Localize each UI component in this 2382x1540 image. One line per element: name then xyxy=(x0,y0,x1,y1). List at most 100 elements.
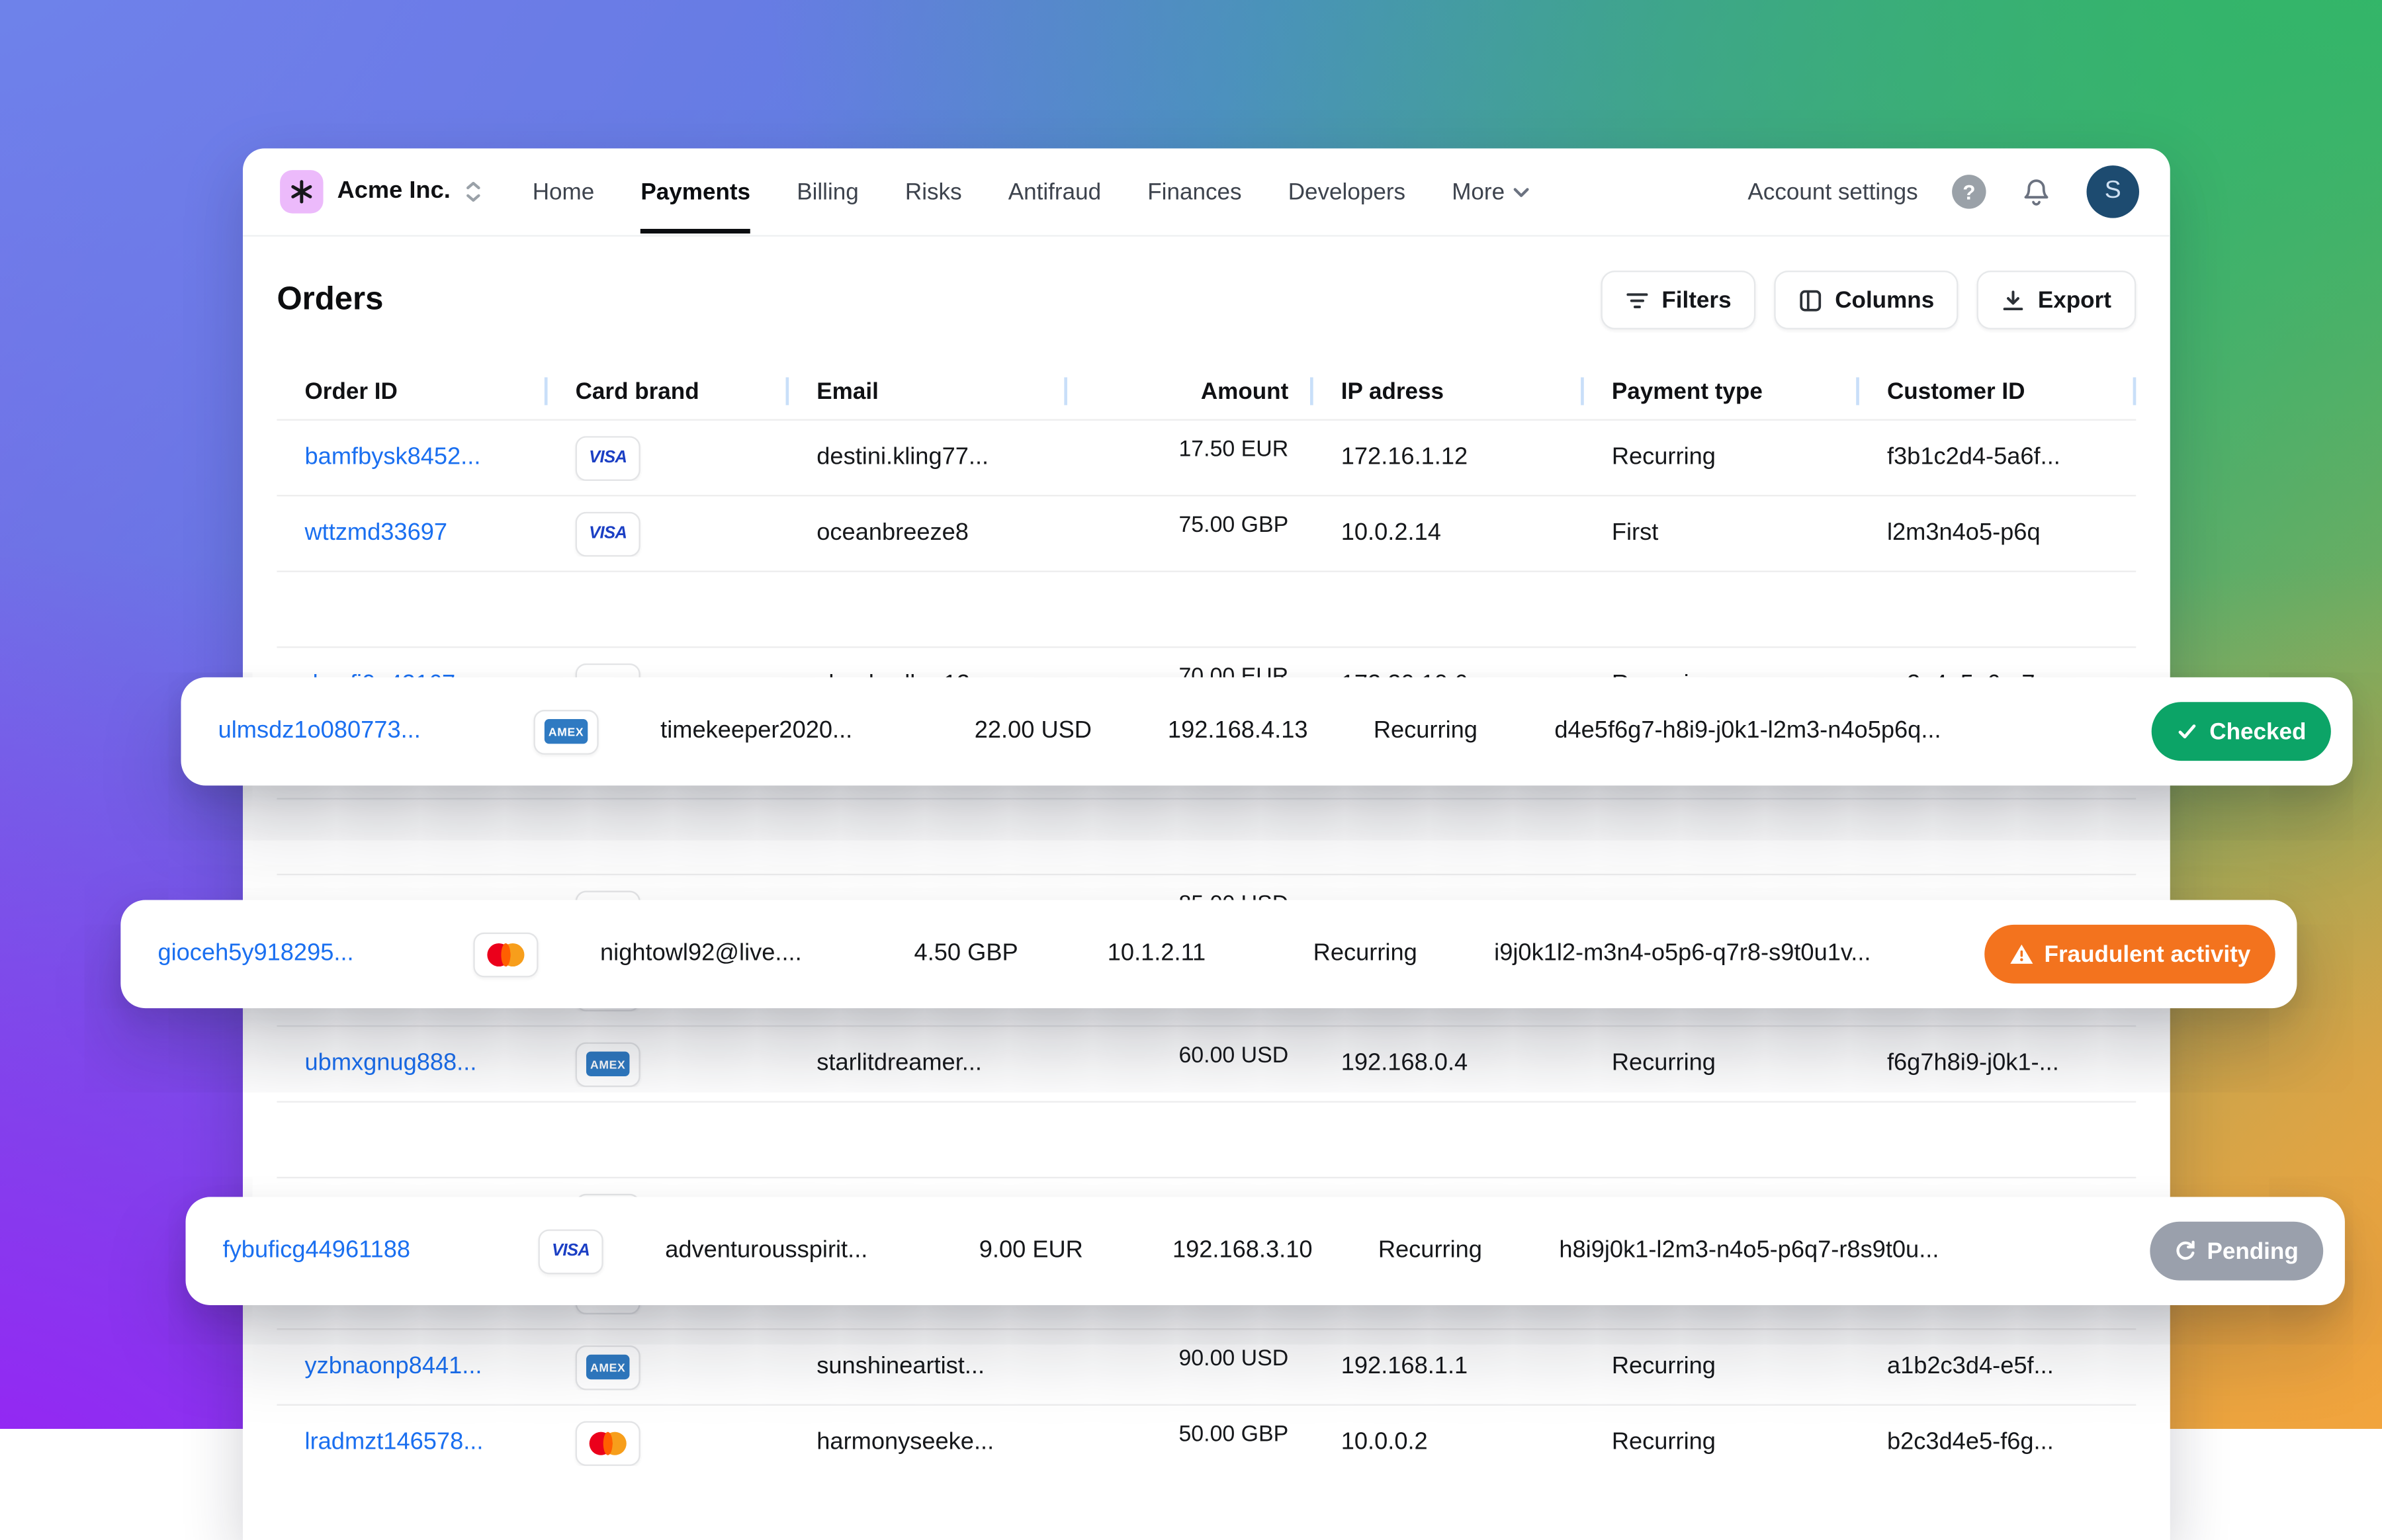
help-icon[interactable]: ? xyxy=(1952,175,1986,209)
nav-more-label: More xyxy=(1452,178,1505,205)
page-title: Orders xyxy=(277,281,384,318)
amount-cell: 90.00 USD xyxy=(1178,1347,1289,1372)
ip-cell: 192.168.4.13 xyxy=(1167,717,1308,744)
order-id-link[interactable]: wttzmd33697 xyxy=(277,519,547,547)
customer-id-cell: i9j0k1l2-m3n4-o5p6-q7r8-s9t0u1v... xyxy=(1494,940,1871,967)
filters-label: Filters xyxy=(1661,286,1732,314)
order-id-link[interactable]: gioceh5y918295... xyxy=(157,940,353,966)
mastercard-card-icon xyxy=(575,1420,640,1465)
order-id-link[interactable]: lradmzt146578... xyxy=(277,1429,547,1457)
email-cell: destini.kling77... xyxy=(816,443,989,470)
column-header-card-brand[interactable]: Card brand xyxy=(548,378,789,405)
card-brand-cell xyxy=(548,1420,789,1465)
screen: Acme Inc. Home Payments Billing Risks Antifr… xyxy=(0,0,2382,1540)
email-cell: oceanbreeze8 xyxy=(816,519,969,546)
table-row[interactable]: yzbnaonp8441... AMEX sunshineartist... 90.0… xyxy=(277,1328,2137,1404)
nav-item-more[interactable]: More xyxy=(1452,179,1529,205)
nav-item-developers[interactable]: Developers xyxy=(1288,179,1405,205)
company-name: Acme Inc. xyxy=(337,177,451,204)
order-id-link[interactable]: ubmxgnug888... xyxy=(277,1050,547,1078)
order-id-link[interactable]: ulmsdz1o080773... xyxy=(218,718,421,744)
amount-cell: 50.00 GBP xyxy=(1178,1422,1289,1448)
columns-icon xyxy=(1799,288,1822,312)
column-header-order-id[interactable]: Order ID xyxy=(277,378,547,405)
chevron-down-icon xyxy=(1513,187,1530,197)
amount-cell: 60.00 USD xyxy=(1178,1043,1289,1069)
order-id-link[interactable]: yzbnaonp8441... xyxy=(277,1353,547,1381)
customer-id-cell: f6g7h8i9-j0k1-... xyxy=(1886,1050,2059,1077)
visa-card-icon: VISA xyxy=(538,1228,603,1274)
payment-type-cell: Recurring xyxy=(1373,717,1478,744)
order-id-link[interactable]: gioceh5y918295... xyxy=(157,940,473,968)
email-cell: nightowl92@live.... xyxy=(600,940,802,967)
order-id-link[interactable]: bamfbysk8452... xyxy=(277,444,547,472)
nav-item-antifraud[interactable]: Antifraud xyxy=(1008,179,1101,205)
payment-type-cell: Recurring xyxy=(1378,1237,1482,1263)
warning-triangle-icon xyxy=(2009,943,2033,965)
customer-id-cell: h8i9j0k1-l2m3-n4o5-p6q7-r8s9t0u... xyxy=(1559,1237,1939,1263)
nav-item-risks[interactable]: Risks xyxy=(905,179,962,205)
order-id-link[interactable]: yzbnaonp8441... xyxy=(305,1353,482,1379)
app-window: Acme Inc. Home Payments Billing Risks Antifr… xyxy=(120,148,2353,1540)
export-button[interactable]: Export xyxy=(1977,271,2137,329)
payment-type-cell: Recurring xyxy=(1611,1050,1716,1077)
highlighted-order-row[interactable]: ulmsdz1o080773... AMEX timekeeper2020... 22… xyxy=(181,677,2353,786)
order-id-link[interactable]: ulmsdz1o080773... xyxy=(218,718,534,746)
avatar[interactable]: S xyxy=(2086,165,2139,218)
download-icon xyxy=(2002,288,2025,312)
highlighted-order-row[interactable]: gioceh5y918295... nightowl92@live.... 4.50… xyxy=(120,900,2297,1009)
email-cell: sunshineartist... xyxy=(816,1353,985,1380)
order-id-link[interactable]: bamfbysk8452... xyxy=(305,444,481,470)
ip-cell: 172.16.1.12 xyxy=(1341,443,1468,470)
check-icon xyxy=(2177,720,2199,742)
column-header-email[interactable]: Email xyxy=(789,378,1067,405)
column-header-customer-id[interactable]: Customer ID xyxy=(1859,378,2136,405)
filter-lines-icon xyxy=(1626,290,1650,310)
card-brand-cell: VISA xyxy=(548,511,789,556)
company-switcher[interactable]: Acme Inc. xyxy=(280,170,483,214)
filters-button[interactable]: Filters xyxy=(1601,271,1756,329)
columns-button[interactable]: Columns xyxy=(1775,271,1959,329)
card-brand-cell: AMEX xyxy=(548,1041,789,1087)
column-header-amount[interactable]: Amount xyxy=(1067,378,1313,405)
status-badge-pending: Pending xyxy=(2149,1221,2324,1281)
nav-item-payments[interactable]: Payments xyxy=(640,179,750,233)
customer-id-cell: d4e5f6g7-h8i9-j0k1-l2m3-n4o5p6q... xyxy=(1554,717,1941,744)
mastercard-card-icon xyxy=(473,931,539,977)
order-id-link[interactable]: fybuficg44961188 xyxy=(223,1237,410,1263)
card-brand-cell xyxy=(473,931,600,977)
highlighted-order-row[interactable]: fybuficg44961188 VISA adventurousspirit...… xyxy=(185,1197,2345,1305)
table-row[interactable]: wttzmd33697 VISA oceanbreeze8 75.00 GBP 10.0… xyxy=(277,495,2137,571)
customer-id-cell: f3b1c2d4-5a6f... xyxy=(1886,443,2060,470)
order-id-link[interactable]: wttzmd33697 xyxy=(305,519,448,546)
amount-cell: 9.00 EUR xyxy=(979,1237,1083,1263)
amount-cell: 22.00 USD xyxy=(974,717,1092,744)
bell-icon[interactable] xyxy=(2020,175,2052,208)
column-header-payment-type[interactable]: Payment type xyxy=(1584,378,1859,405)
ip-cell: 192.168.0.4 xyxy=(1341,1050,1468,1077)
payment-type-cell: Recurring xyxy=(1313,940,1417,967)
order-id-link[interactable]: lradmzt146578... xyxy=(305,1429,484,1455)
nav-item-billing[interactable]: Billing xyxy=(797,179,859,205)
top-nav: Acme Inc. Home Payments Billing Risks Antifr… xyxy=(243,148,2170,237)
column-header-ip-adress[interactable]: IP adress xyxy=(1313,378,1584,405)
order-id-link[interactable]: ubmxgnug888... xyxy=(305,1050,477,1076)
table-row[interactable]: bamfbysk8452... VISA destini.kling77... 17.… xyxy=(277,419,2137,495)
table-row[interactable]: lradmzt146578... harmonyseeke... 50.00 GBP… xyxy=(277,1404,2137,1480)
nav-item-home[interactable]: Home xyxy=(533,179,595,205)
customer-id-cell: l2m3n4o5-p6q xyxy=(1886,519,2041,546)
ip-cell: 192.168.3.10 xyxy=(1172,1237,1313,1263)
account-settings-link[interactable]: Account settings xyxy=(1747,179,1918,205)
ip-cell: 10.0.2.14 xyxy=(1341,519,1441,546)
amount-cell: 17.50 EUR xyxy=(1178,437,1289,462)
nav-item-finances[interactable]: Finances xyxy=(1147,179,1241,205)
orders-table: Order ID Card brand Email Amount IP adress Pa… xyxy=(120,363,2353,1480)
email-cell: adventurousspirit... xyxy=(665,1237,868,1263)
company-logo-icon xyxy=(280,170,324,214)
up-down-chevrons-icon xyxy=(464,179,483,204)
payment-type-cell: Recurring xyxy=(1611,1353,1716,1380)
table-row[interactable]: ubmxgnug888... AMEX starlitdreamer... 60.00… xyxy=(277,1025,2137,1101)
ip-cell: 10.0.0.2 xyxy=(1341,1428,1428,1455)
card-brand-cell: VISA xyxy=(538,1228,666,1274)
order-id-link[interactable]: fybuficg44961188 xyxy=(223,1237,539,1265)
